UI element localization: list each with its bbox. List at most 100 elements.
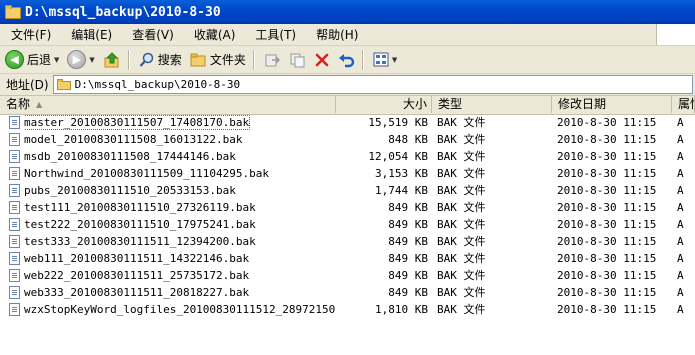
file-attr: A xyxy=(677,201,684,214)
delete-button[interactable] xyxy=(311,48,333,71)
file-attr: A xyxy=(677,184,684,197)
file-size: 849 KB xyxy=(388,218,428,231)
forward-dropdown-icon[interactable]: ▼ xyxy=(89,56,94,64)
column-header-size[interactable]: 大小 xyxy=(336,96,432,113)
file-icon xyxy=(9,150,20,163)
file-date: 2010-8-30 11:15 xyxy=(557,252,657,265)
file-icon xyxy=(9,201,20,214)
file-icon xyxy=(9,184,20,197)
file-date: 2010-8-30 11:15 xyxy=(557,235,657,248)
column-headers: 名称 ▲ 大小 类型 修改日期 属性 xyxy=(0,96,695,115)
file-size: 1,810 KB xyxy=(375,303,428,316)
menu-file[interactable]: 文件(F) xyxy=(0,26,60,43)
file-icon xyxy=(9,235,20,248)
table-row[interactable]: Northwind_20100830111509_11104295.bak 3,1… xyxy=(0,165,695,182)
table-row[interactable]: test222_20100830111510_17975241.bak 849 K… xyxy=(0,216,695,233)
column-date-label: 修改日期 xyxy=(558,97,607,111)
undo-button[interactable] xyxy=(335,48,358,71)
toolbar-separator xyxy=(127,49,130,70)
forward-button[interactable]: ▶ ▼ xyxy=(64,48,97,71)
views-button[interactable]: ▼ xyxy=(370,48,400,71)
table-row[interactable]: test333_20100830111511_12394200.bak 849 K… xyxy=(0,233,695,250)
file-size: 849 KB xyxy=(388,286,428,299)
file-attr: A xyxy=(677,269,684,282)
file-icon xyxy=(9,167,20,180)
toolbar-separator xyxy=(361,49,364,70)
file-size: 849 KB xyxy=(388,269,428,282)
back-dropdown-icon[interactable]: ▼ xyxy=(54,56,59,64)
up-button[interactable] xyxy=(100,48,124,71)
back-arrow-icon: ◀ xyxy=(5,50,24,69)
file-type: BAK 文件 xyxy=(437,201,486,214)
back-button[interactable]: ◀ 后退 ▼ xyxy=(2,48,62,71)
column-header-attributes[interactable]: 属性 xyxy=(672,96,695,113)
table-row[interactable]: web333_20100830111511_20818227.bak 849 KB… xyxy=(0,284,695,301)
column-header-name[interactable]: 名称 ▲ xyxy=(0,96,336,113)
file-attr: A xyxy=(677,252,684,265)
file-date: 2010-8-30 11:15 xyxy=(557,286,657,299)
file-date: 2010-8-30 11:15 xyxy=(557,150,657,163)
table-row[interactable]: web222_20100830111511_25735172.bak 849 KB… xyxy=(0,267,695,284)
menu-tools[interactable]: 工具(T) xyxy=(244,26,305,43)
file-attr: A xyxy=(677,116,684,129)
column-header-type[interactable]: 类型 xyxy=(432,96,552,113)
windows-logo xyxy=(656,24,695,45)
copy-to-button[interactable] xyxy=(286,48,309,71)
file-type: BAK 文件 xyxy=(437,252,486,265)
address-label: 地址(D) xyxy=(6,78,49,92)
menu-help[interactable]: 帮助(H) xyxy=(305,26,367,43)
file-attr: A xyxy=(677,235,684,248)
sort-ascending-icon: ▲ xyxy=(36,100,43,109)
file-name: test222_20100830111510_17975241.bak xyxy=(24,218,256,231)
menu-edit[interactable]: 编辑(E) xyxy=(60,26,121,43)
file-name: test111_20100830111510_27326119.bak xyxy=(24,201,256,214)
file-size: 849 KB xyxy=(388,252,428,265)
table-row[interactable]: master_20100830111507_17408170.bak 15,519… xyxy=(0,114,695,131)
file-size: 15,519 KB xyxy=(368,116,428,129)
file-icon xyxy=(9,133,20,146)
table-row[interactable]: msdb_20100830111508_17444146.bak 12,054 K… xyxy=(0,148,695,165)
file-attr: A xyxy=(677,167,684,180)
file-name: web111_20100830111511_14322146.bak xyxy=(24,252,250,265)
table-row[interactable]: model_20100830111508_16013122.bak 848 KB B… xyxy=(0,131,695,148)
file-date: 2010-8-30 11:15 xyxy=(557,269,657,282)
back-label: 后退 xyxy=(27,53,52,67)
file-size: 848 KB xyxy=(388,133,428,146)
file-size: 849 KB xyxy=(388,201,428,214)
views-dropdown-icon[interactable]: ▼ xyxy=(392,56,397,64)
views-icon xyxy=(373,52,389,67)
file-date: 2010-8-30 11:15 xyxy=(557,218,657,231)
file-attr: A xyxy=(677,150,684,163)
table-row[interactable]: wzxStopKeyWord_logfiles_20100830111512_2… xyxy=(0,301,695,318)
search-button[interactable]: 搜索 xyxy=(136,48,185,71)
file-icon xyxy=(9,286,20,299)
address-field[interactable]: D:\mssql_backup\2010-8-30 xyxy=(52,75,693,94)
file-size: 12,054 KB xyxy=(368,150,428,163)
file-size: 849 KB xyxy=(388,235,428,248)
column-type-label: 类型 xyxy=(438,97,463,111)
menu-view[interactable]: 查看(V) xyxy=(121,26,183,43)
file-type: BAK 文件 xyxy=(437,167,486,180)
window-title: D:\mssql_backup\2010-8-30 xyxy=(25,4,221,20)
file-date: 2010-8-30 11:15 xyxy=(557,303,657,316)
search-icon xyxy=(139,52,154,67)
menu-favorites[interactable]: 收藏(A) xyxy=(183,26,245,43)
menu-bar: 文件(F) 编辑(E) 查看(V) 收藏(A) 工具(T) 帮助(H) xyxy=(0,24,695,46)
file-attr: A xyxy=(677,303,684,316)
file-type: BAK 文件 xyxy=(437,286,486,299)
table-row[interactable]: test111_20100830111510_27326119.bak 849 K… xyxy=(0,199,695,216)
file-date: 2010-8-30 11:15 xyxy=(557,201,657,214)
file-name: web333_20100830111511_20818227.bak xyxy=(24,286,250,299)
title-bar[interactable]: D:\mssql_backup\2010-8-30 xyxy=(0,0,695,24)
file-name: Northwind_20100830111509_11104295.bak xyxy=(24,167,270,180)
address-bar: 地址(D) D:\mssql_backup\2010-8-30 xyxy=(0,74,695,96)
file-icon xyxy=(9,252,20,265)
column-header-date[interactable]: 修改日期 xyxy=(552,96,672,113)
search-label: 搜索 xyxy=(157,53,182,67)
table-row[interactable]: web111_20100830111511_14322146.bak 849 KB… xyxy=(0,250,695,267)
folders-button[interactable]: 文件夹 xyxy=(187,48,249,71)
file-type: BAK 文件 xyxy=(437,303,486,316)
file-date: 2010-8-30 11:15 xyxy=(557,116,657,129)
move-to-button[interactable] xyxy=(261,48,284,71)
table-row[interactable]: pubs_20100830111510_20533153.bak 1,744 KB… xyxy=(0,182,695,199)
